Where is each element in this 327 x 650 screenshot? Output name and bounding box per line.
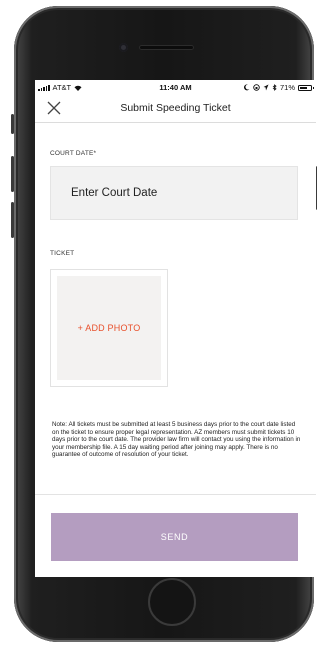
court-date-label: COURT DATE* (50, 150, 97, 157)
nav-bar: Submit Speeding Ticket (35, 94, 316, 123)
battery-icon (298, 84, 314, 91)
status-bar: AT&T 11:40 AM 71% (35, 80, 316, 94)
photo-placeholder: + ADD PHOTO (57, 276, 161, 380)
app-screen: AT&T 11:40 AM 71% Submit Speeding Ticket… (35, 80, 316, 577)
home-button[interactable] (148, 578, 196, 626)
add-photo-button[interactable]: + ADD PHOTO (78, 323, 141, 333)
earpiece-speaker (139, 45, 194, 50)
ticket-label: TICKET (50, 250, 75, 257)
volume-down-button (11, 202, 14, 238)
legal-note: Note: All tickets must be submitted at l… (52, 421, 301, 459)
battery-percent: 71% (279, 83, 295, 92)
divider (35, 494, 316, 495)
mute-switch (11, 114, 14, 134)
status-right: 71% (243, 83, 314, 92)
bluetooth-icon (272, 84, 277, 91)
page-title: Submit Speeding Ticket (120, 102, 231, 114)
location-icon (263, 84, 269, 91)
ticket-photo-upload[interactable]: + ADD PHOTO (50, 269, 168, 387)
volume-up-button (11, 156, 14, 192)
orientation-lock-icon (253, 84, 260, 91)
moon-icon (243, 84, 250, 91)
send-button[interactable]: SEND (51, 513, 298, 561)
court-date-input[interactable] (50, 166, 298, 220)
front-camera (119, 43, 128, 52)
